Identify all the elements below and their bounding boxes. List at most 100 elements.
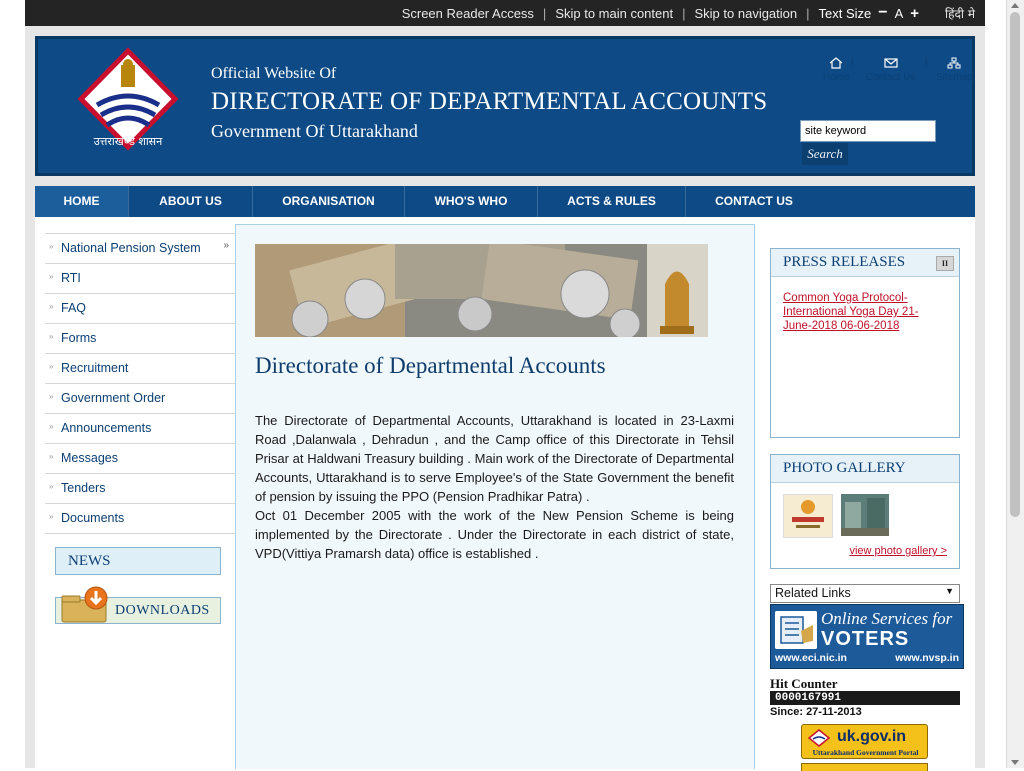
pause-button[interactable]: II	[936, 256, 954, 271]
sidebar-item-rti[interactable]: » RTI	[45, 264, 235, 294]
sidebar-item-government-order[interactable]: » Government Order	[45, 384, 235, 414]
main-content: Directorate of Departmental Accounts The…	[235, 224, 755, 769]
sidebar-item-label: Tenders	[61, 481, 106, 495]
hit-counter-title: Hit Counter	[770, 676, 838, 691]
main-navigation: HOME ABOUT US ORGANISATION WHO'S WHO ACT…	[35, 186, 975, 218]
downloads-button[interactable]: DOWNLOADS	[55, 586, 221, 624]
scroll-down-arrow-icon[interactable]	[1011, 760, 1019, 765]
bullet-icon: »	[49, 242, 54, 251]
home-link-label: Home	[823, 72, 850, 83]
sidebar-item-tenders[interactable]: » Tenders	[45, 474, 235, 504]
intro-text: The Directorate of Departmental Accounts…	[255, 411, 734, 563]
nav-about-us[interactable]: ABOUT US	[129, 186, 253, 217]
separator: |	[851, 57, 854, 68]
sidebar-item-label: Forms	[61, 331, 97, 345]
sidebar-item-messages[interactable]: » Messages	[45, 444, 235, 474]
next-portal-banner[interactable]	[801, 763, 928, 771]
press-releases-header: PRESS RELEASES II	[771, 249, 959, 277]
site-search-input[interactable]	[800, 120, 936, 142]
bullet-icon: »	[49, 332, 54, 341]
text-size-controls: Text Size − A +	[810, 4, 920, 22]
sidebar-item-recruitment[interactable]: » Recruitment	[45, 354, 235, 384]
sidebar-item-label: Documents	[61, 511, 125, 525]
sidebar-item-label: Recruitment	[61, 361, 129, 375]
top-utility-bar: Screen Reader Access | Skip to main cont…	[25, 0, 985, 26]
home-icon	[829, 57, 843, 69]
online-voter-services-banner[interactable]: Online Services for VOTERS www.eci.nic.i…	[770, 604, 964, 669]
screen-reader-link[interactable]: Screen Reader Access	[393, 6, 543, 21]
site-title: DIRECTORATE OF DEPARTMENTAL ACCOUNTS	[211, 88, 768, 115]
photo-gallery-panel: PHOTO GALLERY view photo gallery >	[770, 454, 960, 569]
bullet-icon: »	[49, 362, 54, 371]
sitemap-icon	[947, 57, 961, 69]
skip-nav-link[interactable]: Skip to navigation	[686, 6, 807, 21]
separator: |	[925, 57, 928, 68]
news-button[interactable]: NEWS	[55, 547, 221, 575]
text-size-label: Text Size	[818, 5, 872, 21]
content-area: » National Pension System » » RTI » FAQ …	[35, 217, 975, 771]
sidebar-item-national-pension-system[interactable]: » National Pension System »	[45, 233, 235, 264]
nav-organisation[interactable]: ORGANISATION	[253, 186, 405, 217]
currency-banner-image	[255, 244, 708, 337]
bullet-icon: »	[49, 452, 54, 461]
hindi-language-link[interactable]: हिंदी मे	[919, 5, 985, 22]
view-photo-gallery-link[interactable]: view photo gallery >	[849, 545, 947, 557]
nav-whos-who[interactable]: WHO'S WHO	[405, 186, 538, 217]
contact-quick-link[interactable]: Contact Us	[866, 57, 915, 83]
mail-icon	[884, 58, 898, 68]
sitemap-link-label: Sitemap	[936, 72, 973, 83]
sidebar-item-documents[interactable]: » Documents	[45, 504, 235, 534]
scrollbar-thumb[interactable]	[1010, 12, 1020, 517]
sidebar-item-label: Messages	[61, 451, 118, 465]
sidebar-item-faq[interactable]: » FAQ	[45, 294, 235, 324]
sitemap-quick-link[interactable]: Sitemap	[936, 57, 973, 83]
press-releases-panel: PRESS RELEASES II Common Yoga Protocol-I…	[770, 248, 960, 438]
left-sidebar-menu: » National Pension System » » RTI » FAQ …	[45, 233, 235, 534]
nav-home[interactable]: HOME	[35, 186, 129, 217]
chevron-right-icon: »	[223, 240, 229, 251]
nvsp-url: www.nvsp.in	[895, 652, 959, 664]
scroll-up-arrow-icon[interactable]	[1011, 3, 1019, 8]
gallery-thumbnail-2[interactable]	[841, 494, 889, 536]
site-header: उत्तराखण्ड शासन Official Website Of DIRE…	[35, 36, 975, 176]
related-links-select[interactable]: Related Links ▼	[770, 584, 960, 603]
intro-paragraph-1: The Directorate of Departmental Accounts…	[255, 413, 734, 504]
sidebar-item-announcements[interactable]: » Announcements	[45, 414, 235, 444]
voters-line-1: Online Services for	[821, 609, 953, 628]
page-title: Directorate of Departmental Accounts	[255, 353, 606, 378]
sidebar-item-label: National Pension System	[61, 241, 201, 255]
header-quick-links: Home | Contact Us | Sitemap	[823, 57, 983, 97]
sidebar-item-label: RTI	[61, 271, 81, 285]
header-subtitle: Official Website Of	[211, 65, 337, 82]
nav-contact-us[interactable]: CONTACT US	[686, 186, 822, 217]
voters-urls: www.eci.nic.in www.nvsp.in	[775, 652, 959, 664]
dropdown-arrow-icon: ▼	[945, 586, 954, 596]
bullet-icon: »	[49, 512, 54, 521]
uk-gov-portal-subtitle: Uttarakhand Government Portal	[812, 748, 919, 757]
uk-gov-portal-banner[interactable]: uk.gov.in Uttarakhand Government Portal	[801, 724, 928, 759]
text-increase-button[interactable]: +	[910, 5, 919, 22]
search-button[interactable]: Search	[802, 143, 848, 165]
sidebar-item-forms[interactable]: » Forms	[45, 324, 235, 354]
related-links-value: Related Links	[775, 586, 851, 600]
sidebar-item-label: Announcements	[61, 421, 152, 435]
press-release-link[interactable]: Common Yoga Protocol-International Yoga …	[783, 291, 943, 333]
home-quick-link[interactable]: Home	[823, 57, 850, 83]
bullet-icon: »	[49, 422, 54, 431]
intro-paragraph-2: Oct 01 December 2005 with the work of th…	[255, 508, 734, 561]
hit-counter-since: Since: 27-11-2013	[770, 706, 862, 718]
bullet-icon: »	[49, 392, 54, 401]
text-reset-button[interactable]: A	[895, 6, 904, 21]
skip-main-link[interactable]: Skip to main content	[546, 6, 682, 21]
eci-url: www.eci.nic.in	[775, 652, 847, 664]
page-scrollbar[interactable]	[1006, 0, 1024, 768]
text-decrease-button[interactable]: −	[878, 4, 887, 22]
nav-acts-rules[interactable]: ACTS & RULES	[538, 186, 686, 217]
gallery-thumbnail-1[interactable]	[783, 494, 833, 538]
emblem-caption: उत्तराखण्ड शासन	[93, 135, 163, 148]
sidebar-item-label: FAQ	[61, 301, 87, 315]
bullet-icon: »	[49, 302, 54, 311]
sidebar-item-label: Government Order	[61, 391, 166, 405]
voters-line-2: VOTERS	[821, 628, 910, 650]
header-government: Government Of Uttarakhand	[211, 121, 418, 141]
